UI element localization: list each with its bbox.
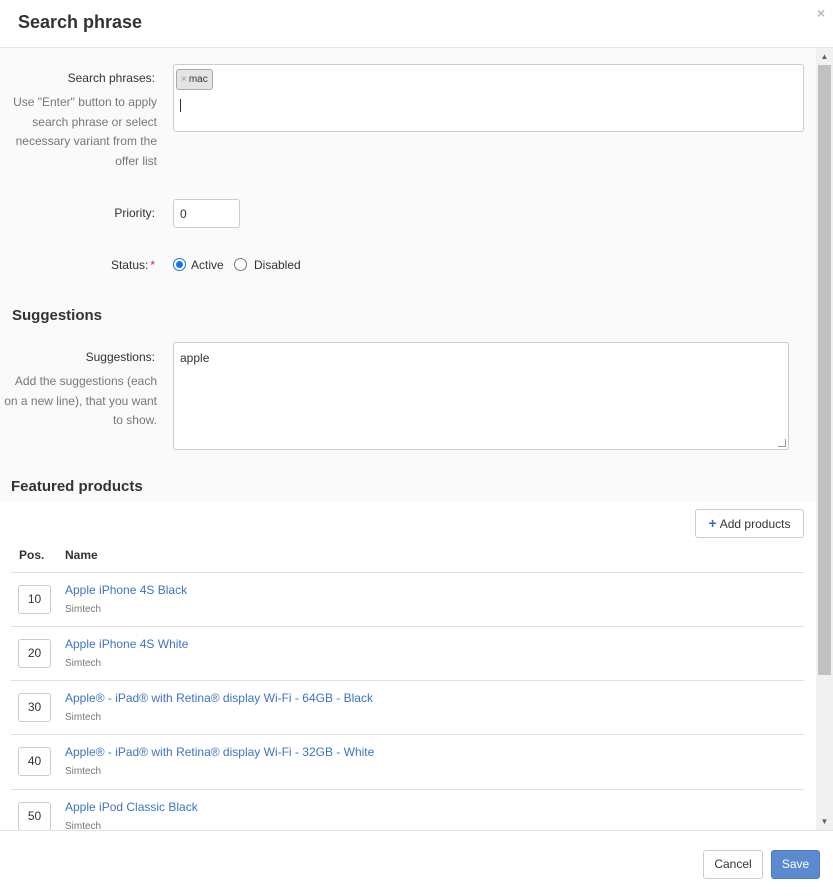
dialog-title: Search phrase bbox=[18, 12, 143, 32]
table-row: 40 Apple® - iPad® with Retina® display W… bbox=[11, 735, 804, 789]
table-row: 30 Apple® - iPad® with Retina® display W… bbox=[11, 681, 804, 735]
search-phrases-label: Search phrases: bbox=[67, 71, 155, 85]
search-phrases-help: Use "Enter" button to apply search phras… bbox=[13, 95, 157, 168]
priority-input[interactable] bbox=[173, 199, 240, 228]
suggestions-help: Add the suggestions (each on a new line)… bbox=[4, 374, 157, 428]
vertical-scrollbar[interactable]: ▲ ▼ bbox=[816, 48, 833, 830]
remove-tag-icon[interactable]: × bbox=[181, 74, 187, 85]
vendor-name: Simtech bbox=[65, 766, 102, 777]
status-label: Status: * bbox=[0, 258, 155, 272]
position-input[interactable]: 20 bbox=[18, 639, 51, 668]
modal-header: Search phrase × bbox=[0, 0, 833, 48]
resize-grip-icon[interactable] bbox=[778, 439, 786, 447]
table-row: 10 Apple iPhone 4S Black Simtech bbox=[11, 573, 804, 627]
product-link[interactable]: Apple® - iPad® with Retina® display Wi-F… bbox=[65, 745, 374, 759]
column-header-name: Name bbox=[65, 548, 98, 562]
vendor-name: Simtech bbox=[65, 658, 102, 669]
vendor-name: Simtech bbox=[65, 604, 102, 615]
text-caret bbox=[180, 99, 181, 112]
scroll-thumb[interactable] bbox=[818, 65, 831, 675]
suggestions-text: apple bbox=[180, 351, 210, 365]
add-products-button[interactable]: + Add products bbox=[695, 509, 804, 538]
status-disabled-label[interactable]: Disabled bbox=[254, 258, 301, 272]
position-input[interactable]: 30 bbox=[18, 693, 51, 722]
product-link[interactable]: Apple iPod Classic Black bbox=[65, 800, 198, 814]
product-link[interactable]: Apple iPhone 4S Black bbox=[65, 583, 187, 597]
modal-footer: Cancel Save bbox=[0, 830, 833, 896]
product-link[interactable]: Apple iPhone 4S White bbox=[65, 637, 188, 651]
search-phrases-input[interactable]: × mac bbox=[173, 64, 804, 132]
scroll-down-arrow-icon[interactable]: ▼ bbox=[816, 813, 833, 830]
modal-body: Search phrases: Use "Enter" button to ap… bbox=[0, 48, 833, 830]
form-content: Search phrases: Use "Enter" button to ap… bbox=[0, 48, 816, 830]
table-row: 20 Apple iPhone 4S White Simtech bbox=[11, 627, 804, 681]
status-active-label[interactable]: Active bbox=[191, 258, 224, 272]
suggestions-textarea[interactable]: apple bbox=[173, 342, 789, 450]
phrase-tag: × mac bbox=[176, 69, 213, 90]
suggestions-section-title: Suggestions bbox=[12, 307, 103, 324]
suggestions-label: Suggestions: bbox=[85, 350, 155, 364]
cancel-button[interactable]: Cancel bbox=[703, 850, 763, 879]
required-mark: * bbox=[150, 258, 155, 272]
status-label-text: Status: bbox=[110, 258, 149, 272]
table-row: 50 Apple iPod Classic Black Simtech bbox=[11, 790, 804, 830]
status-disabled-radio[interactable] bbox=[234, 258, 247, 271]
vendor-name: Simtech bbox=[65, 712, 102, 723]
column-header-pos: Pos. bbox=[19, 548, 45, 562]
add-products-label: Add products bbox=[719, 517, 791, 531]
plus-icon: + bbox=[708, 515, 717, 531]
status-active-radio[interactable] bbox=[173, 258, 186, 271]
featured-products-title: Featured products bbox=[11, 478, 143, 495]
position-input[interactable]: 50 bbox=[18, 802, 51, 830]
priority-label: Priority: bbox=[114, 206, 155, 220]
close-icon[interactable]: × bbox=[817, 5, 825, 21]
scroll-up-arrow-icon[interactable]: ▲ bbox=[816, 48, 833, 65]
phrase-tag-text: mac bbox=[188, 74, 208, 85]
save-button[interactable]: Save bbox=[771, 850, 820, 879]
product-link[interactable]: Apple® - iPad® with Retina® display Wi-F… bbox=[65, 691, 373, 705]
position-input[interactable]: 10 bbox=[18, 585, 51, 614]
position-input[interactable]: 40 bbox=[18, 747, 51, 776]
vendor-name: Simtech bbox=[65, 821, 102, 830]
